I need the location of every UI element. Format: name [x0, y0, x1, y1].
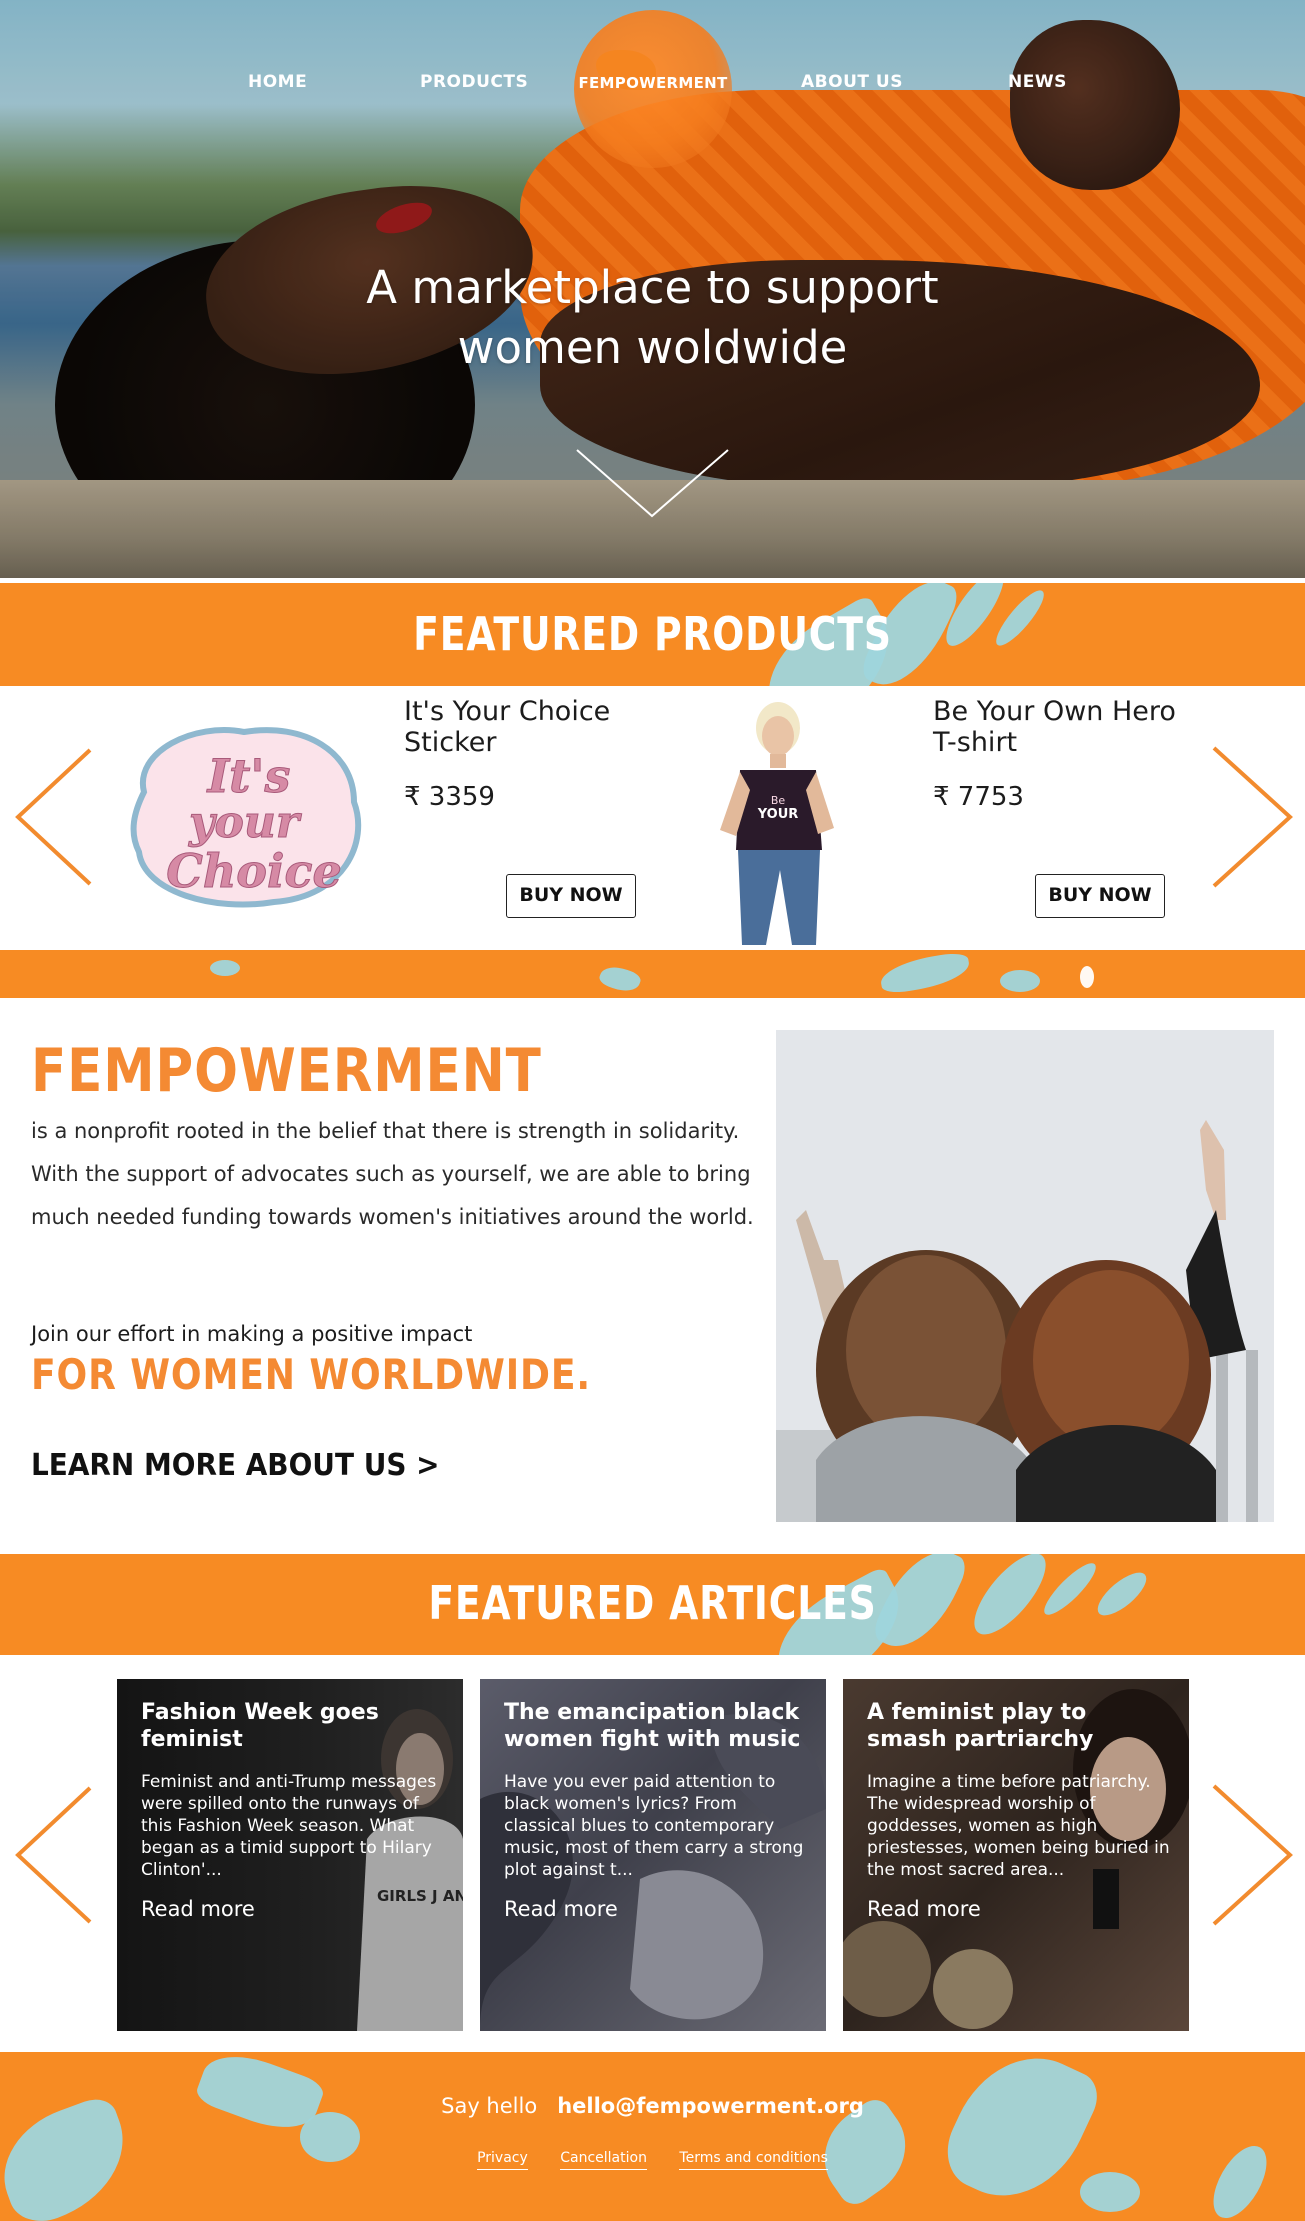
article-1-read-more[interactable]: Read more: [141, 1897, 255, 1921]
featured-products-banner: FEATURED PRODUCTS: [0, 583, 1305, 686]
product-2-name[interactable]: Be Your Own Hero T-shirt: [933, 696, 1176, 758]
svg-text:GIRLS J ANT TO FUNDAME RIGHT: GIRLS J ANT TO FUNDAME RIGHT: [377, 1887, 463, 1905]
featured-products-title: FEATURED PRODUCTS: [413, 607, 892, 661]
product-2-buy-button[interactable]: BUY NOW: [1035, 874, 1165, 918]
cancellation-link[interactable]: Cancellation: [560, 2150, 647, 2170]
product-1-name[interactable]: It's Your Choice Sticker: [404, 696, 610, 758]
say-hello-label: Say hello: [441, 2094, 538, 2118]
svg-text:your: your: [188, 797, 302, 848]
nav-home[interactable]: HOME: [248, 72, 307, 92]
divider-band: [0, 950, 1305, 998]
be-your-own-hero-tshirt-image[interactable]: Be YOUR: [700, 700, 850, 945]
join-effort-text: Join our effort in making a positive imp…: [31, 1322, 473, 1346]
hero-title: A marketplace to support women woldwide: [250, 258, 1055, 378]
svg-text:It's: It's: [206, 749, 291, 803]
terms-link[interactable]: Terms and conditions: [679, 2150, 828, 2170]
article-1-excerpt: Feminist and anti-Trump messages were sp…: [141, 1772, 437, 1880]
nav-news[interactable]: NEWS: [1008, 72, 1067, 92]
svg-text:Choice: Choice: [166, 844, 342, 898]
footer: [0, 2052, 1305, 2221]
about-title: FEMPOWERMENT: [31, 1036, 542, 1106]
contact-email-link[interactable]: hello@fempowerment.org: [557, 2094, 864, 2118]
article-2-read-more[interactable]: Read more: [504, 1897, 618, 1921]
article-3-excerpt: Imagine a time before patriarchy. The wi…: [867, 1772, 1170, 1880]
footer-links: Privacy Cancellation Terms and condition…: [0, 2150, 1305, 2170]
svg-text:YOUR: YOUR: [757, 807, 799, 822]
article-card[interactable]: GIRLS J ANT TO FUNDAME RIGHT Fashion Wee…: [117, 1679, 463, 2031]
for-women-worldwide-text: FOR WOMEN WORLDWIDE.: [31, 1350, 591, 1399]
product-2-price: ₹ 7753: [933, 782, 1024, 812]
article-1-title[interactable]: Fashion Week goes feminist: [141, 1699, 441, 1753]
article-3-title[interactable]: A feminist play to smash partriarchy: [867, 1699, 1167, 1753]
nav-about[interactable]: ABOUT US: [801, 72, 903, 92]
article-2-title[interactable]: The emancipation black women fight with …: [504, 1699, 804, 1753]
product-1-buy-button[interactable]: BUY NOW: [506, 874, 636, 918]
product-1-price: ₹ 3359: [404, 782, 495, 812]
learn-more-link[interactable]: LEARN MORE ABOUT US >: [31, 1448, 440, 1483]
articles-next-arrow-icon[interactable]: [1210, 1784, 1294, 1926]
scroll-down-chevron-icon[interactable]: [575, 448, 730, 520]
svg-text:Be: Be: [771, 794, 786, 807]
carousel-prev-arrow-icon[interactable]: [14, 748, 94, 886]
hero-title-line2: women woldwide: [457, 321, 848, 374]
hero-title-line1: A marketplace to support: [366, 261, 939, 314]
featured-articles-title: FEATURED ARTICLES: [428, 1576, 877, 1630]
nav-products[interactable]: PRODUCTS: [420, 72, 528, 92]
hero-banner: HOME PRODUCTS ABOUT US NEWS FEMPOWERMENT…: [0, 0, 1305, 578]
article-2-excerpt: Have you ever paid attention to black wo…: [504, 1772, 804, 1880]
article-3-read-more[interactable]: Read more: [867, 1897, 981, 1921]
footer-contact: Say hello hello@fempowerment.org: [0, 2094, 1305, 2118]
logo-text[interactable]: FEMPOWERMENT: [574, 74, 732, 92]
carousel-next-arrow-icon[interactable]: [1210, 746, 1294, 888]
article-card[interactable]: A feminist play to smash partriarchy Ima…: [843, 1679, 1189, 2031]
privacy-link[interactable]: Privacy: [477, 2150, 528, 2170]
articles-prev-arrow-icon[interactable]: [14, 1786, 94, 1924]
about-body: is a nonprofit rooted in the belief that…: [31, 1119, 754, 1229]
featured-articles-banner: FEATURED ARTICLES: [0, 1554, 1305, 1655]
article-card[interactable]: The emancipation black women fight with …: [480, 1679, 826, 2031]
its-your-choice-sticker-image[interactable]: It's your Choice: [124, 722, 374, 912]
two-women-photo: [776, 1030, 1274, 1522]
